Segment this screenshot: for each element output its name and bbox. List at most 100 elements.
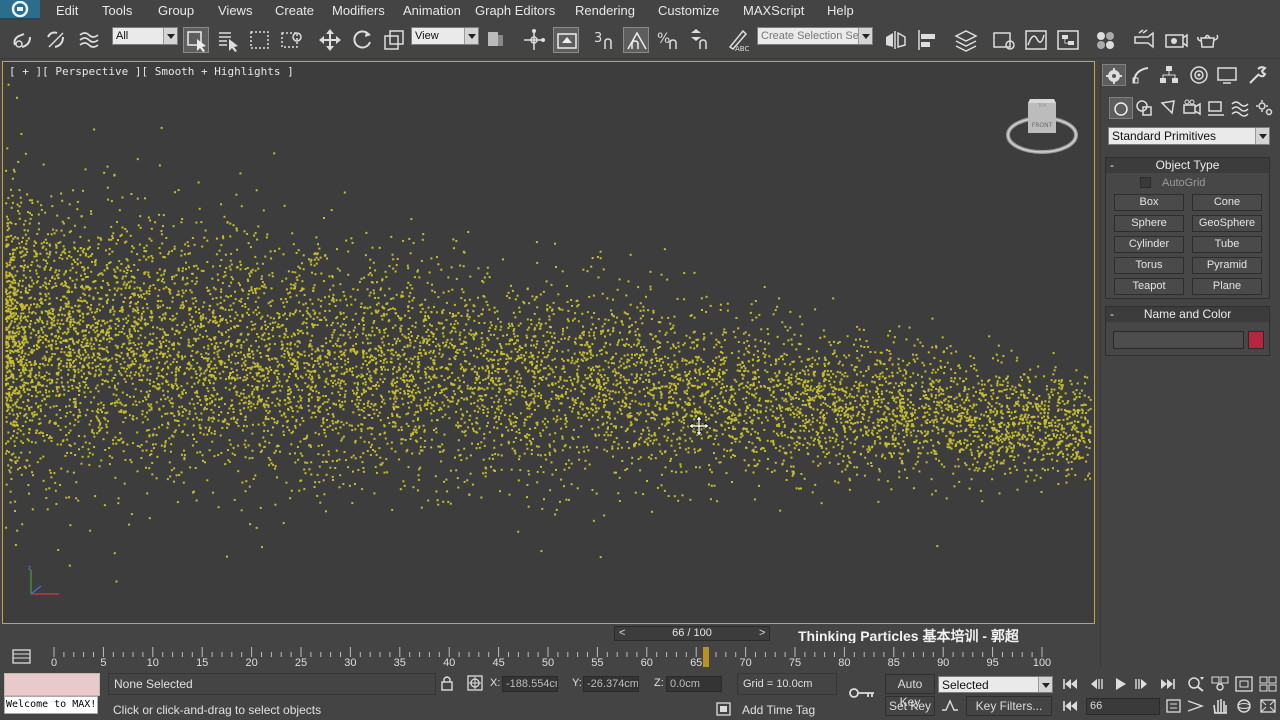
key-mode-toggle-icon[interactable] [1060,697,1080,715]
app-logo-icon[interactable] [0,0,40,20]
zoom-extents-all-icon[interactable] [1258,675,1278,693]
mini-curve-editor-icon[interactable] [10,648,34,666]
rendered-frame-window-icon[interactable] [1163,27,1189,53]
teapot-button[interactable]: Teapot [1114,278,1184,295]
menu-customize[interactable]: Customize [658,3,719,18]
modify-tab-icon[interactable] [1130,64,1154,86]
menu-graph-editors[interactable]: Graph Editors [475,3,555,18]
select-and-manipulate-icon[interactable] [521,27,547,53]
window-crossing-icon[interactable] [279,27,305,53]
autogrid-checkbox[interactable] [1140,177,1151,188]
menu-create[interactable]: Create [275,3,314,18]
create-tab-icon[interactable] [1102,64,1126,86]
y-coord-field[interactable]: -26.374cm [583,676,639,692]
plane-button[interactable]: Plane [1192,278,1262,295]
menu-animation[interactable]: Animation [403,3,461,18]
absolute-offset-toggle-icon[interactable] [466,674,484,692]
select-by-name-icon[interactable] [215,27,241,53]
geosphere-button[interactable]: GeoSphere [1192,215,1262,232]
perspective-viewport[interactable]: [ + ][ Perspective ][ Smooth + Highlight… [2,61,1095,624]
select-and-scale-icon[interactable] [381,27,407,53]
schematic-view-icon[interactable] [1055,27,1081,53]
key-mode-dropdown[interactable]: Selected [938,676,1053,693]
set-keys-key-icon[interactable] [848,685,876,701]
spinner-snap-icon[interactable] [687,27,713,53]
menu-group[interactable]: Group [158,3,194,18]
named-selection-dropdown[interactable]: Create Selection Se [757,27,873,45]
maxscript-listener-pink[interactable] [4,673,100,696]
render-production-teapot-icon[interactable] [1195,27,1221,53]
next-frame-icon[interactable] [1132,675,1152,693]
menu-help[interactable]: Help [827,3,854,18]
scene-explorer-icon[interactable] [991,27,1017,53]
add-time-tag-button[interactable]: Add Time Tag [742,703,815,717]
select-object-icon[interactable] [183,27,209,53]
angle-snap-icon[interactable] [623,27,649,53]
pyramid-button[interactable]: Pyramid [1192,257,1262,274]
auto-key-button[interactable]: Auto Key [885,674,935,709]
material-editor-icon[interactable] [1093,27,1119,53]
menu-maxscript[interactable]: MAXScript [743,3,804,18]
orbit-icon[interactable] [1234,697,1254,715]
render-setup-icon[interactable] [1131,27,1157,53]
display-tab-icon[interactable] [1216,64,1240,86]
set-key-button[interactable]: Set Key [885,696,935,716]
edit-named-selection-icon[interactable]: ABC [725,27,751,53]
select-and-link-icon[interactable] [10,27,36,53]
geometry-category-icon[interactable] [1109,97,1133,119]
go-to-end-icon[interactable] [1158,675,1178,693]
primitives-category-dropdown[interactable]: Standard Primitives [1108,127,1270,145]
object-name-field[interactable] [1113,331,1244,349]
align-icon[interactable] [915,27,941,53]
helpers-category-icon[interactable] [1205,97,1229,119]
systems-category-icon[interactable] [1253,97,1277,119]
reference-coordinate-dropdown[interactable]: View [411,27,479,45]
mirror-icon[interactable] [883,27,909,53]
space-warps-category-icon[interactable] [1229,97,1253,119]
maxscript-listener-field[interactable]: Welcome to MAX! [4,696,98,714]
object-type-rollout-header[interactable]: - Object Type [1106,158,1269,173]
percent-snap-icon[interactable]: % [655,27,681,53]
utilities-tab-icon[interactable] [1246,64,1270,86]
current-frame-field[interactable]: 66 [1086,698,1160,715]
selection-lock-icon[interactable] [439,675,455,691]
hierarchy-tab-icon[interactable] [1158,64,1182,86]
play-icon[interactable] [1110,675,1130,693]
box-button[interactable]: Box [1114,194,1184,211]
motion-tab-icon[interactable] [1188,64,1212,86]
tube-button[interactable]: Tube [1192,236,1262,253]
menu-views[interactable]: Views [218,3,252,18]
menu-edit[interactable]: Edit [56,3,78,18]
selection-filter-dropdown[interactable]: All [112,27,178,45]
zoom-extents-icon[interactable] [1234,675,1254,693]
viewcube[interactable]: FRONT TOP [1004,95,1080,157]
bind-to-space-warp-icon[interactable] [76,27,102,53]
cylinder-button[interactable]: Cylinder [1114,236,1184,253]
time-slider[interactable]: < 66 / 100 > [614,626,770,641]
x-coord-field[interactable]: -188.554cm [502,676,558,692]
menu-rendering[interactable]: Rendering [575,3,635,18]
previous-frame-icon[interactable] [1086,675,1106,693]
cameras-category-icon[interactable] [1181,97,1205,119]
maximize-viewport-icon[interactable] [1258,697,1278,715]
viewport-label-menu[interactable]: [ + ][ Perspective ][ Smooth + Highlight… [9,65,294,78]
manage-layers-icon[interactable] [953,27,979,53]
time-slider-next-button[interactable]: > [759,627,765,639]
snaps-toggle-icon[interactable]: 3 [591,27,617,53]
current-frame-marker[interactable] [703,647,710,667]
select-and-rotate-icon[interactable] [349,27,375,53]
menu-modifiers[interactable]: Modifiers [332,3,385,18]
time-configuration-icon[interactable] [1164,697,1184,715]
track-bar[interactable]: 0 5 10 15 20 25 30 35 40 45 50 55 60 65 70 75 80 85 90 95 10… [50,643,1100,669]
rectangular-selection-icon[interactable] [247,27,273,53]
curve-editor-icon[interactable] [1023,27,1049,53]
key-filters-button[interactable]: Key Filters... [966,696,1052,716]
field-of-view-icon[interactable] [1186,697,1206,715]
unlink-selection-icon[interactable] [43,27,69,53]
lights-category-icon[interactable] [1157,97,1181,119]
object-color-swatch[interactable] [1248,331,1264,349]
zoom-all-icon[interactable] [1210,675,1230,693]
select-and-move-icon[interactable] [317,27,343,53]
z-coord-field[interactable]: 0.0cm [666,676,722,692]
pivot-center-icon[interactable] [483,27,509,53]
